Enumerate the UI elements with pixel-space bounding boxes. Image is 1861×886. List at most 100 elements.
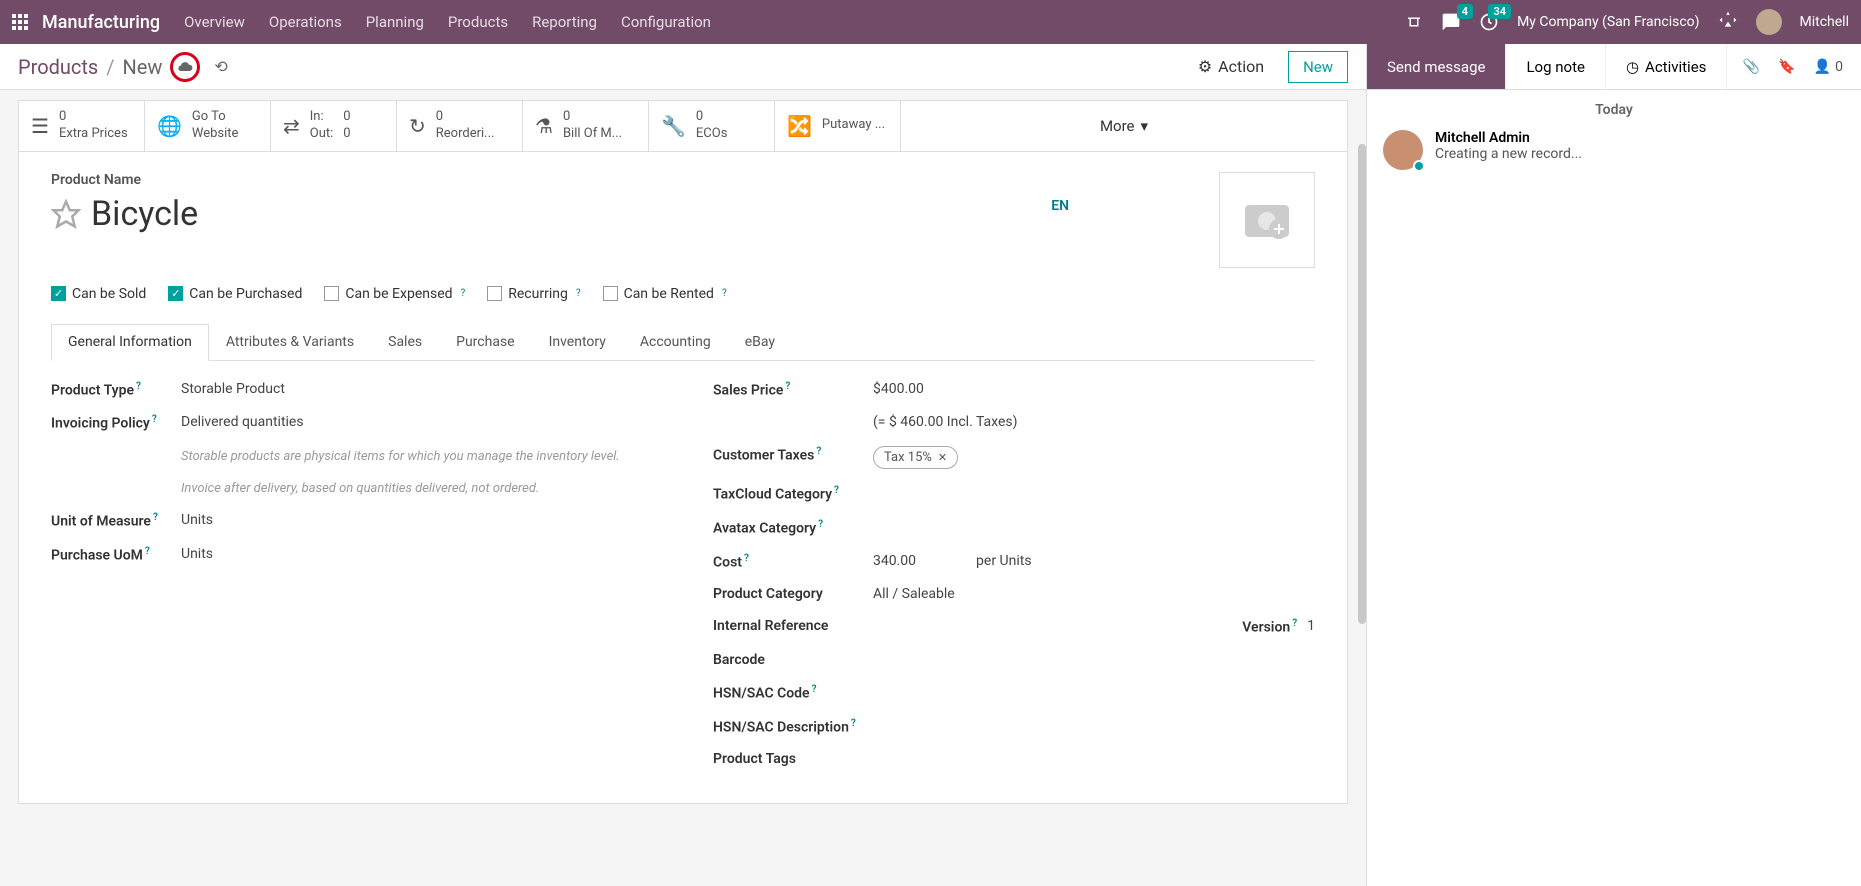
tab-inventory[interactable]: Inventory <box>532 324 623 360</box>
tab-purchase[interactable]: Purchase <box>439 324 531 360</box>
cost-field[interactable]: 340.00 <box>873 553 916 571</box>
help-icon[interactable]: ? <box>851 718 856 729</box>
follow-icon[interactable]: 🔖 <box>1778 59 1795 75</box>
stat-eco[interactable]: 🔧 0ECOs <box>649 101 775 151</box>
save-cloud-button[interactable] <box>170 52 200 82</box>
taxcloud-field[interactable] <box>873 485 1315 503</box>
chatter-head: Send message Log note ◷ Activities 📎 🔖 👤… <box>1367 44 1861 90</box>
help-icon[interactable]: ? <box>818 519 823 530</box>
breadcrumb-products[interactable]: Products <box>18 55 98 79</box>
sales-price-field[interactable]: $400.00 <box>873 381 1315 399</box>
remove-tax-icon[interactable]: ✕ <box>938 451 947 464</box>
transfer-icon: ⇄ <box>283 114 300 138</box>
purchase-uom-field[interactable]: Units <box>181 546 653 564</box>
tab-accounting[interactable]: Accounting <box>623 324 728 360</box>
company-name[interactable]: My Company (San Francisco) <box>1517 14 1699 30</box>
log-note-button[interactable]: Log note <box>1506 44 1605 89</box>
form-sheet: Product Name Bicycle EN ✓Can be Sold ✓Ca… <box>18 152 1348 805</box>
hsn-desc-field[interactable] <box>873 718 1315 736</box>
nav-configuration[interactable]: Configuration <box>621 13 711 31</box>
action-dropdown[interactable]: ⚙ Action <box>1198 57 1264 76</box>
stat-website[interactable]: 🌐 Go ToWebsite <box>145 101 271 151</box>
help-icon[interactable]: ? <box>145 546 150 557</box>
nav-reporting[interactable]: Reporting <box>532 13 597 31</box>
msg-author: Mitchell Admin <box>1435 130 1582 146</box>
category-field[interactable]: All / Saleable <box>873 586 1315 602</box>
nav-overview[interactable]: Overview <box>184 13 245 31</box>
stat-putaway[interactable]: 🔀 Putaway ... <box>775 101 901 151</box>
stat-inout[interactable]: ⇄ In:0 Out:0 <box>271 101 397 151</box>
hsn-code-field[interactable] <box>873 684 1315 702</box>
shuffle-icon: 🔀 <box>787 114 812 138</box>
product-image-upload[interactable] <box>1219 172 1315 268</box>
user-avatar[interactable] <box>1756 9 1782 35</box>
app-brand[interactable]: Manufacturing <box>42 12 160 33</box>
help-icon[interactable]: ? <box>744 553 749 564</box>
lang-badge[interactable]: EN <box>1051 198 1069 214</box>
activities-badge: 34 <box>1488 4 1511 19</box>
help-text: Invoice after delivery, based on quantit… <box>181 480 653 498</box>
tray-icon[interactable] <box>1405 13 1423 31</box>
help-icon[interactable]: ? <box>816 446 821 457</box>
followers-button[interactable]: 👤0 <box>1814 59 1843 75</box>
discard-icon[interactable]: ⟲ <box>214 57 227 76</box>
chat-today: Today <box>1367 90 1861 130</box>
nav-operations[interactable]: Operations <box>269 13 342 31</box>
attach-icon[interactable]: 📎 <box>1743 59 1760 75</box>
user-icon: 👤 <box>1814 59 1831 75</box>
stat-bom[interactable]: ⚗ 0Bill Of M... <box>523 101 649 151</box>
scrollbar[interactable] <box>1358 144 1366 624</box>
help-icon[interactable]: ? <box>461 288 466 299</box>
user-name[interactable]: Mitchell <box>1800 14 1849 30</box>
stat-extra-prices[interactable]: ☰ 0Extra Prices <box>19 101 145 151</box>
stat-more[interactable]: More ▾ <box>901 101 1347 151</box>
favorite-star-icon[interactable] <box>51 199 81 229</box>
activities-button[interactable]: ◷ Activities <box>1606 44 1727 89</box>
new-button[interactable]: New <box>1288 51 1348 83</box>
nav-products[interactable]: Products <box>448 13 508 31</box>
help-icon[interactable]: ? <box>1292 618 1297 629</box>
uom-field[interactable]: Units <box>181 512 653 530</box>
tab-general[interactable]: General Information <box>51 324 209 361</box>
send-message-button[interactable]: Send message <box>1367 44 1506 89</box>
help-icon[interactable]: ? <box>576 288 581 299</box>
avatax-field[interactable] <box>873 519 1315 537</box>
tags-field[interactable] <box>873 751 1315 767</box>
nav-planning[interactable]: Planning <box>366 13 424 31</box>
flask-icon: ⚗ <box>535 114 553 138</box>
invoicing-policy-field[interactable]: Delivered quantities <box>181 414 653 432</box>
chk-expensed[interactable]: Can be Expensed? <box>324 286 465 302</box>
help-icon[interactable]: ? <box>152 414 157 425</box>
chk-rented[interactable]: Can be Rented? <box>603 286 727 302</box>
debug-icon[interactable] <box>1718 10 1738 34</box>
msg-body: Creating a new record... <box>1435 146 1582 162</box>
product-flags: ✓Can be Sold ✓Can be Purchased Can be Ex… <box>51 286 1315 302</box>
gear-icon: ⚙ <box>1198 57 1212 76</box>
help-icon[interactable]: ? <box>722 288 727 299</box>
tab-sales[interactable]: Sales <box>371 324 439 360</box>
product-type-field[interactable]: Storable Product <box>181 381 653 399</box>
version-field: 1 <box>1307 618 1315 636</box>
barcode-field[interactable] <box>873 652 1315 668</box>
product-name-label: Product Name <box>51 172 1051 188</box>
breadcrumb-current: New <box>123 55 163 79</box>
chk-purchased[interactable]: ✓Can be Purchased <box>168 286 302 302</box>
apps-icon[interactable] <box>12 14 28 30</box>
chk-sold[interactable]: ✓Can be Sold <box>51 286 146 302</box>
help-icon[interactable]: ? <box>136 381 141 392</box>
help-icon[interactable]: ? <box>785 381 790 392</box>
help-icon[interactable]: ? <box>834 485 839 496</box>
tab-ebay[interactable]: eBay <box>728 324 792 360</box>
chk-recurring[interactable]: Recurring? <box>487 286 580 302</box>
help-icon[interactable]: ? <box>153 512 158 523</box>
tabs: General Information Attributes & Variant… <box>51 324 1315 361</box>
msg-avatar[interactable] <box>1383 130 1423 170</box>
customer-taxes-field[interactable]: Tax 15%✕ <box>873 446 1315 469</box>
stat-reorder[interactable]: ↻ 0Reorderi... <box>397 101 523 151</box>
product-name-input[interactable]: Bicycle <box>91 194 198 234</box>
messages-icon[interactable]: 4 <box>1441 12 1461 32</box>
help-text: Storable products are physical items for… <box>181 448 653 466</box>
tab-attributes[interactable]: Attributes & Variants <box>209 324 371 360</box>
activities-icon[interactable]: 34 <box>1479 12 1499 32</box>
help-icon[interactable]: ? <box>812 684 817 695</box>
